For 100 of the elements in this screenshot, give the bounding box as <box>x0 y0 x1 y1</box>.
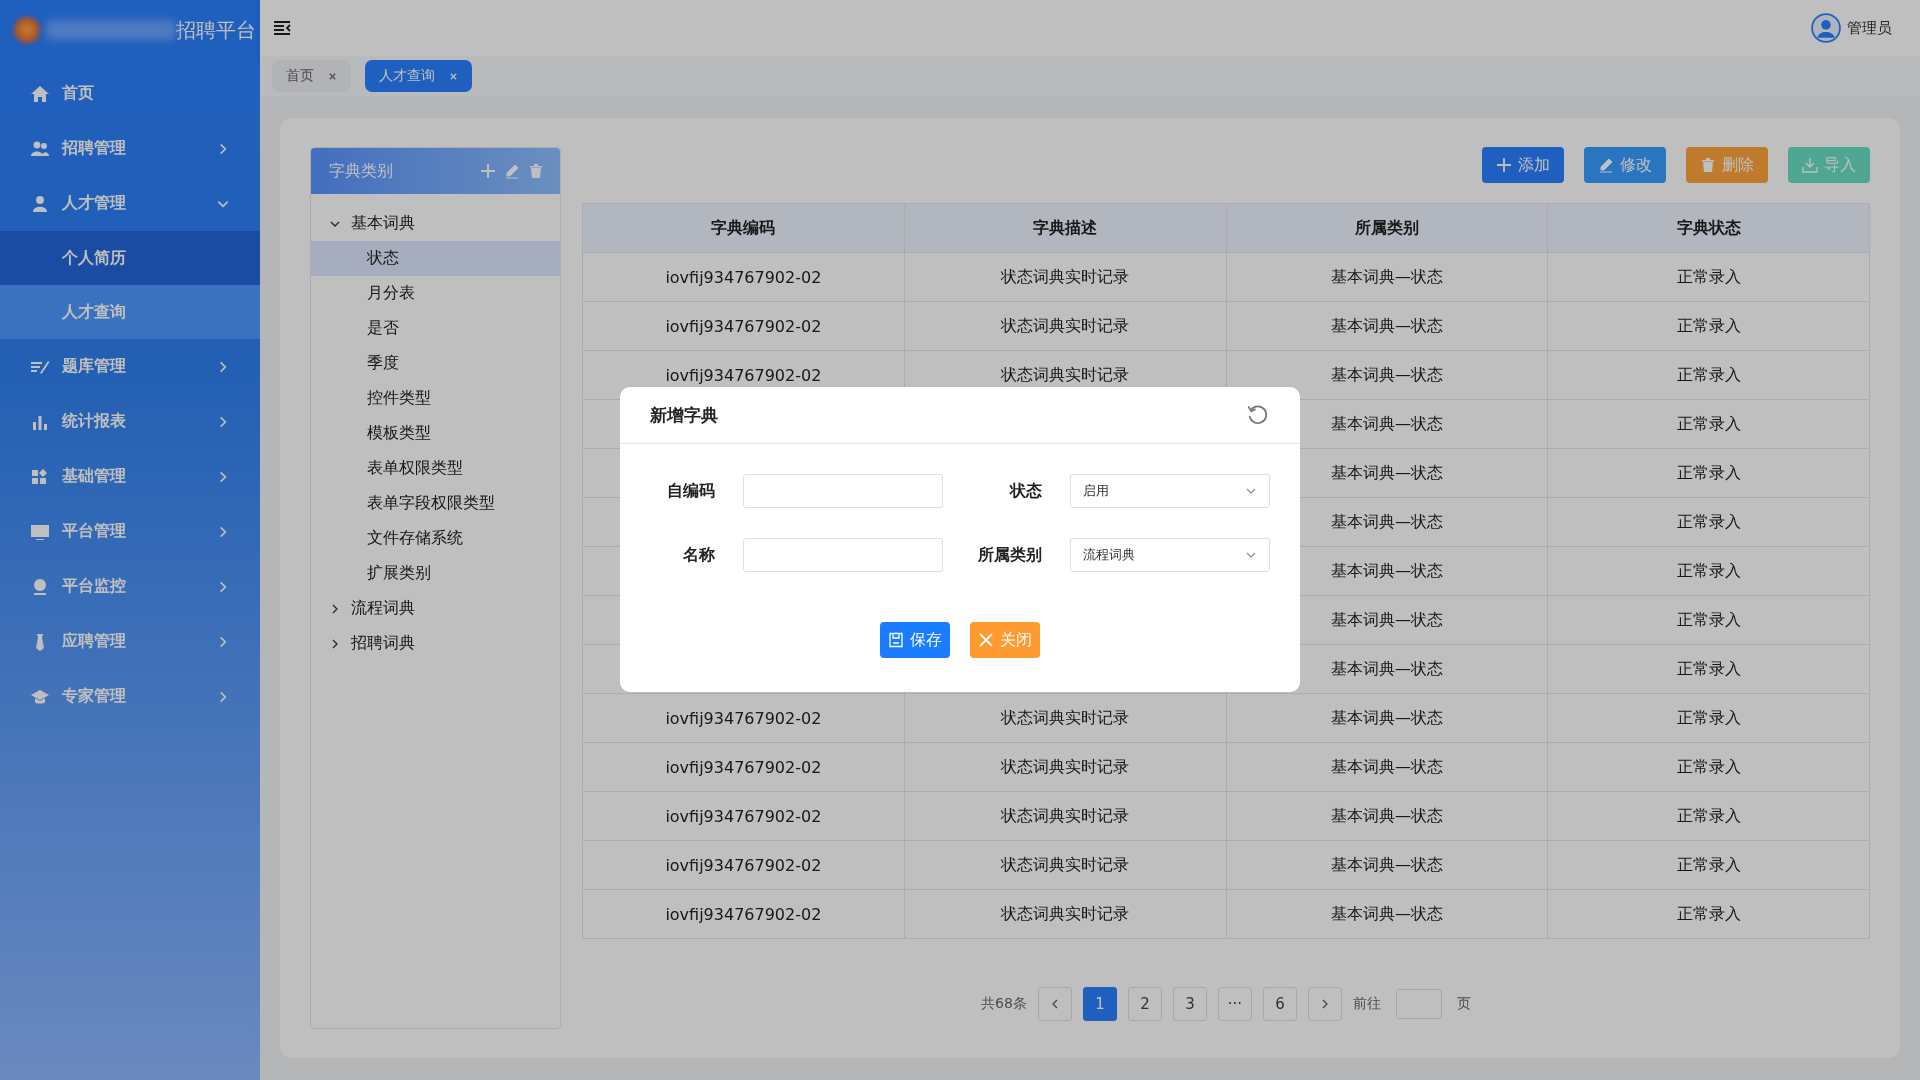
table-cell: 状态词典实时记录 <box>1001 315 1130 335</box>
submenu-item[interactable]: 个人简历 <box>0 231 260 285</box>
table-cell: 正常录入 <box>1676 609 1741 629</box>
sidebar-item[interactable]: 专家管理 <box>0 669 260 724</box>
select-field[interactable]: 启用 <box>1070 474 1270 508</box>
sidebar-item[interactable]: 题库管理 <box>0 339 260 394</box>
page-button[interactable]: ··· <box>1217 987 1252 1021</box>
menu-icon[interactable] <box>272 18 292 38</box>
table-cell: 基本词典—状态 <box>1330 609 1443 629</box>
tree-leaf[interactable]: 模板类型 <box>311 416 560 451</box>
table-cell: iovfij934767902-02 <box>665 904 822 924</box>
table-cell: 基本词典—状态 <box>1330 315 1443 335</box>
table-cell: 正常录入 <box>1676 756 1741 776</box>
edit-button[interactable]: 修改 <box>1584 147 1666 183</box>
page-unit-label: 页 <box>1456 995 1471 1013</box>
table-cell: 基本词典—状态 <box>1330 462 1443 482</box>
table-cell: 状态词典实时记录 <box>1001 805 1130 825</box>
select-field[interactable]: 流程词典 <box>1070 538 1270 572</box>
tree-leaf[interactable]: 状态 <box>311 241 560 276</box>
table-cell: iovfij934767902-02 <box>665 365 822 385</box>
page-button[interactable]: 3 <box>1172 987 1207 1021</box>
reset-icon[interactable] <box>1246 403 1270 427</box>
table-cell: 状态词典实时记录 <box>1001 266 1130 286</box>
sidebar-item[interactable]: 平台管理 <box>0 504 260 559</box>
submenu-item[interactable]: 人才查询 <box>0 285 260 339</box>
tree-leaf[interactable]: 扩展类别 <box>311 556 560 591</box>
table-cell: 正常录入 <box>1676 364 1741 384</box>
pencil-icon <box>1598 157 1614 173</box>
goto-label: 前往 <box>1352 995 1381 1013</box>
tree-node[interactable]: 招聘词典 <box>311 626 560 661</box>
table-cell: 正常录入 <box>1676 315 1741 335</box>
app-title: 招聘平台 <box>176 16 256 44</box>
table-cell: 基本词典—状态 <box>1330 266 1443 286</box>
tree-node[interactable]: 流程词典 <box>311 591 560 626</box>
plus-icon <box>1496 157 1512 173</box>
page-number-field[interactable] <box>1395 989 1442 1019</box>
table-cell: iovfij934767902-02 <box>665 267 822 287</box>
tree-leaf[interactable]: 季度 <box>311 346 560 381</box>
table-cell: 基本词典—状态 <box>1330 805 1443 825</box>
sidebar-item[interactable]: 基础管理 <box>0 449 260 504</box>
sidebar-item[interactable]: 人才管理 <box>0 176 260 231</box>
table-cell: iovfij934767902-02 <box>665 708 822 728</box>
table-cell: 状态词典实时记录 <box>1001 903 1130 923</box>
save-button[interactable]: 保存 <box>880 622 950 658</box>
download-icon <box>1802 157 1818 173</box>
table-cell: iovfij934767902-02 <box>665 757 822 777</box>
table-cell: 状态词典实时记录 <box>1001 364 1130 384</box>
column-header: 字典描述 <box>904 203 1226 253</box>
page-button[interactable]: 2 <box>1127 987 1162 1021</box>
input-field[interactable] <box>743 474 943 508</box>
tree-leaf[interactable]: 表单字段权限类型 <box>311 486 560 521</box>
table-cell: 正常录入 <box>1676 511 1741 531</box>
user-name: 管理员 <box>1847 18 1892 38</box>
trash-icon[interactable] <box>528 163 544 179</box>
person-icon <box>30 193 50 214</box>
pencil-icon[interactable] <box>504 163 520 179</box>
tree-node[interactable]: 基本词典 <box>311 206 560 241</box>
page-button[interactable]: 1 <box>1082 987 1117 1021</box>
avatar-icon[interactable] <box>1811 13 1841 43</box>
close-icon[interactable] <box>328 71 337 81</box>
table-cell: 基本词典—状态 <box>1330 658 1443 678</box>
panel-title: 字典类别 <box>329 160 393 182</box>
tree-leaf[interactable]: 月分表 <box>311 276 560 311</box>
blocks-icon <box>30 466 50 487</box>
sidebar-item[interactable]: 招聘管理 <box>0 121 260 176</box>
tree-leaf[interactable]: 是否 <box>311 311 560 346</box>
logo-icon <box>14 17 40 43</box>
sidebar-item[interactable]: 统计报表 <box>0 394 260 449</box>
field-label: 状态 <box>1008 480 1042 502</box>
sidebar-item[interactable]: 应聘管理 <box>0 614 260 669</box>
table-cell: 正常录入 <box>1676 805 1741 825</box>
table-cell: 基本词典—状态 <box>1330 903 1443 923</box>
table-cell: 状态词典实时记录 <box>1001 707 1130 727</box>
table-cell: 正常录入 <box>1676 707 1741 727</box>
table-cell: 正常录入 <box>1676 462 1741 482</box>
column-header: 字典编码 <box>582 203 905 253</box>
tree-leaf[interactable]: 控件类型 <box>311 381 560 416</box>
table-cell: 正常录入 <box>1676 903 1741 923</box>
table-cell: iovfij934767902-02 <box>665 806 822 826</box>
add-button[interactable]: 添加 <box>1482 147 1564 183</box>
input-field[interactable] <box>743 538 943 572</box>
table-cell: 正常录入 <box>1676 658 1741 678</box>
trash-icon <box>1700 157 1716 173</box>
table-cell: 基本词典—状态 <box>1330 756 1443 776</box>
page-tab[interactable]: 人才查询 <box>365 60 472 92</box>
sidebar-item[interactable]: 平台监控 <box>0 559 260 614</box>
table-cell: 状态词典实时记录 <box>1001 756 1130 776</box>
sidebar-item[interactable]: 首页 <box>0 66 260 121</box>
table-cell: 正常录入 <box>1676 854 1741 874</box>
close-icon <box>978 632 994 648</box>
plus-icon[interactable] <box>480 163 496 179</box>
page-button[interactable]: 6 <box>1262 987 1297 1021</box>
house-icon <box>30 83 50 104</box>
page-tab[interactable]: 首页 <box>272 60 351 92</box>
tree-leaf[interactable]: 文件存储系统 <box>311 521 560 556</box>
field-label: 自编码 <box>666 480 715 502</box>
tree-leaf[interactable]: 表单权限类型 <box>311 451 560 486</box>
column-header: 所属类别 <box>1226 203 1548 253</box>
table-cell: iovfij934767902-02 <box>665 316 822 336</box>
field-label: 所属类别 <box>977 544 1042 566</box>
